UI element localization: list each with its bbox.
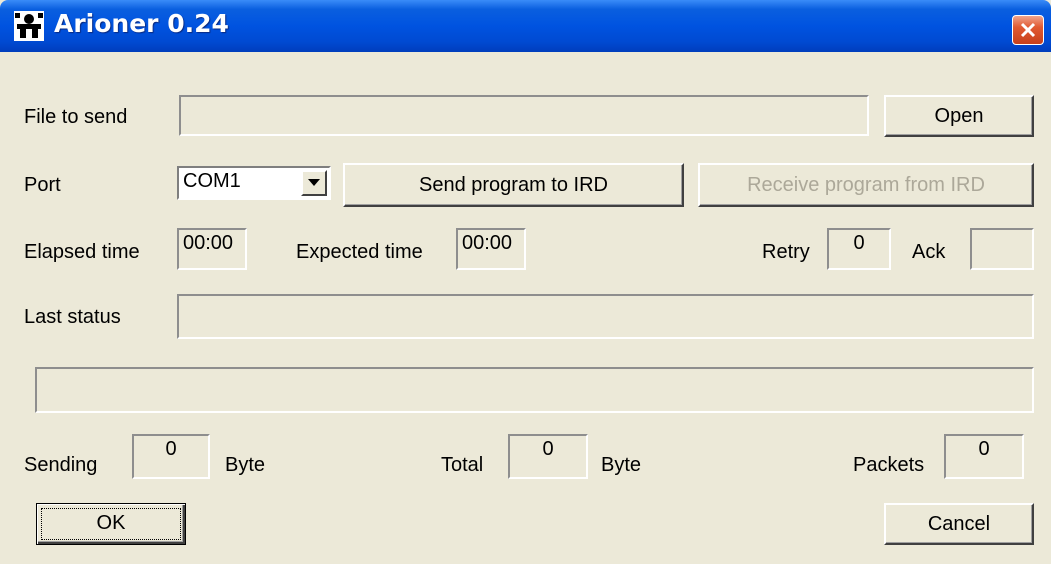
chevron-down-icon <box>308 179 320 186</box>
total-label: Total <box>441 454 484 476</box>
retry-value: 0 <box>827 228 891 270</box>
focus-rect <box>41 508 181 540</box>
window-title: Arioner 0.24 <box>54 9 229 38</box>
sending-unit: Byte <box>225 454 266 476</box>
retry-label: Retry <box>762 241 810 263</box>
elapsed-time-value: 00:00 <box>177 228 247 270</box>
ack-value <box>970 228 1034 270</box>
expected-time-value: 00:00 <box>456 228 526 270</box>
receive-program-button[interactable]: Receive program from IRD <box>698 163 1034 207</box>
cancel-button[interactable]: Cancel <box>884 503 1034 545</box>
port-select-value: COM1 <box>183 170 241 192</box>
close-icon <box>1020 22 1036 38</box>
total-unit: Byte <box>601 454 642 476</box>
total-value: 0 <box>508 434 588 479</box>
packets-value: 0 <box>944 434 1024 479</box>
transfer-progress-bar <box>35 367 1034 413</box>
file-label: File to send <box>24 106 128 128</box>
sending-label: Sending <box>24 454 98 476</box>
title-bar[interactable]: Arioner 0.24 <box>0 0 1051 52</box>
ack-label: Ack <box>912 241 946 263</box>
sending-value: 0 <box>132 434 210 479</box>
expected-time-label: Expected time <box>296 241 423 263</box>
last-status-label: Last status <box>24 306 121 328</box>
send-program-button[interactable]: Send program to IRD <box>343 163 684 207</box>
app-window: Arioner 0.24 File to send Open Port COM1… <box>0 0 1051 564</box>
last-status-field <box>177 294 1034 339</box>
file-path-field[interactable] <box>179 95 869 136</box>
elapsed-time-label: Elapsed time <box>24 241 140 263</box>
open-button[interactable]: Open <box>884 95 1034 137</box>
ok-button[interactable]: OK <box>36 503 186 545</box>
close-button[interactable] <box>1012 15 1044 45</box>
app-icon <box>14 11 44 41</box>
packets-label: Packets <box>853 454 925 476</box>
port-dropdown-button[interactable] <box>301 170 327 196</box>
port-label: Port <box>24 174 61 196</box>
port-select[interactable]: COM1 <box>177 166 331 200</box>
